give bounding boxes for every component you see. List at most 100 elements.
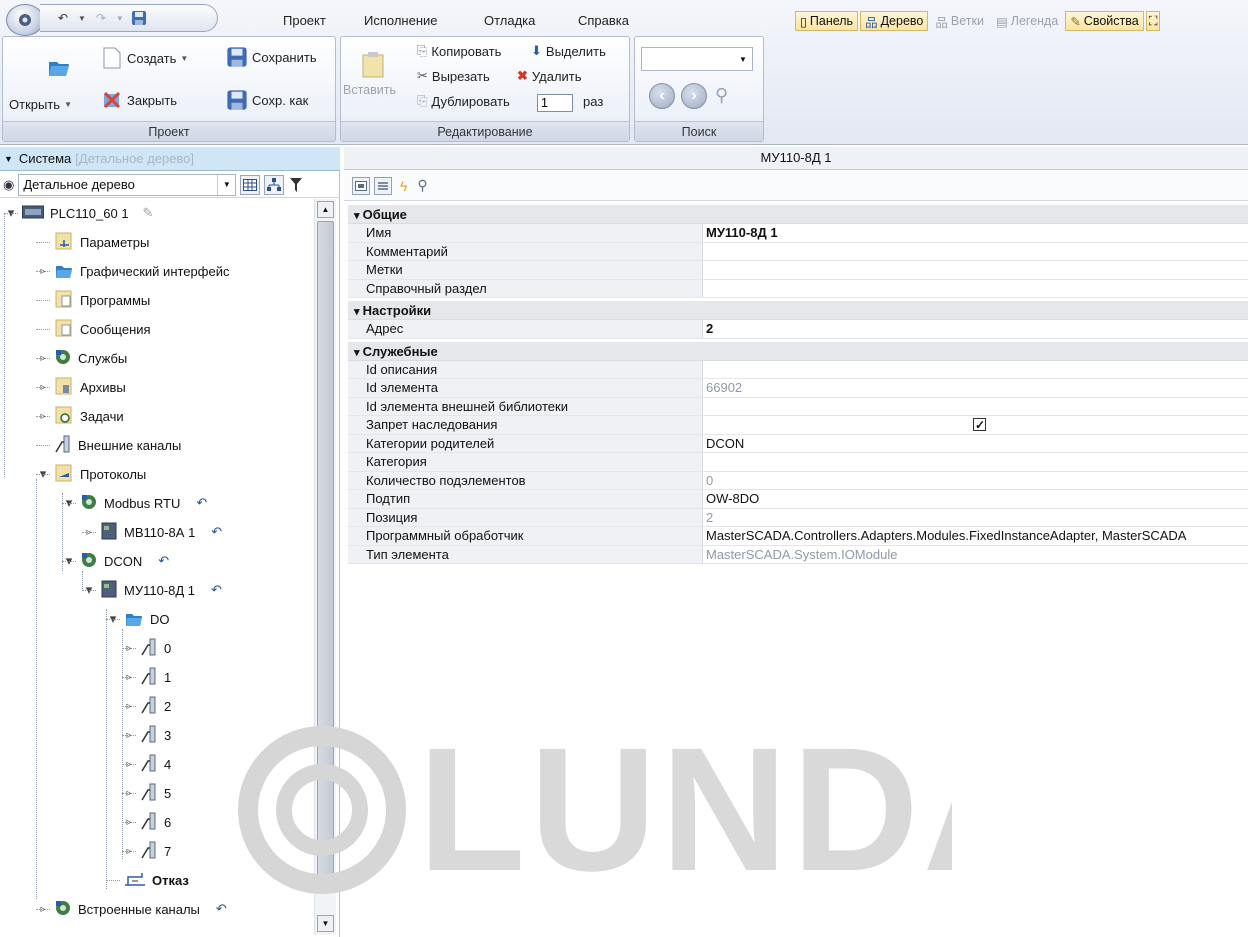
scroll-up-icon[interactable]: ▲ (317, 201, 334, 218)
redo-icon[interactable]: ↷ (92, 9, 110, 27)
tree-item-parameters[interactable]: Параметры (54, 232, 149, 252)
undo-icon[interactable]: ↶ (54, 9, 72, 27)
app-menu-button[interactable] (6, 4, 44, 36)
back-arrow-icon[interactable]: ‹ (649, 83, 675, 109)
tree-item-do-1[interactable]: ▹ 1 (126, 667, 171, 687)
save-button[interactable]: Сохранить (226, 46, 317, 68)
property-row[interactable]: Id элемента внешней библиотеки (348, 397, 1248, 416)
search-combo[interactable]: ▼ (641, 47, 753, 71)
property-row[interactable]: Адрес 2 (348, 320, 1248, 339)
tree-item-do-4[interactable]: ▹ 4 (126, 754, 171, 774)
property-value[interactable]: МУ110-8Д 1 (703, 224, 1248, 242)
list-view-icon[interactable] (374, 176, 392, 195)
scroll-thumb[interactable] (317, 221, 334, 881)
property-value[interactable]: 66902 (703, 379, 1248, 397)
tree-item-mv110[interactable]: ▹ МВ110-8А 1 ↶ (86, 522, 222, 542)
inheritance-checkbox[interactable] (973, 416, 986, 434)
property-row[interactable]: Категория (348, 453, 1248, 472)
menu-project[interactable]: Проект (283, 13, 326, 28)
create-button[interactable]: Создать ▼ (101, 46, 188, 70)
categorized-view-icon[interactable] (352, 176, 370, 195)
toggle-tree[interactable]: 品 Дерево (860, 11, 929, 31)
tree-item-programs[interactable]: Программы (54, 290, 150, 310)
property-row[interactable]: Позиция 2 (348, 508, 1248, 527)
property-value[interactable] (703, 280, 1248, 298)
menu-help[interactable]: Справка (578, 13, 629, 28)
tree-item-fault[interactable]: Отказ (124, 870, 189, 890)
property-row[interactable]: Справочный раздел (348, 279, 1248, 298)
property-value[interactable]: 0 (703, 472, 1248, 490)
find-tree-icon[interactable]: ⚲ (715, 85, 728, 106)
select-button[interactable]: ⬇ Выделить (531, 43, 606, 59)
tree-item-dcon[interactable]: ▾ DCON ↶ (66, 551, 169, 571)
tree-item-messages[interactable]: Сообщения (54, 319, 151, 339)
filter-icon[interactable] (288, 175, 304, 195)
tree-item-do-5[interactable]: ▹ 5 (126, 783, 171, 803)
system-header[interactable]: ▼ Система [Детальное дерево] (0, 147, 340, 171)
delete-button[interactable]: ✖ Удалить (517, 68, 582, 84)
tree-item-archives[interactable]: ▹ Архивы (40, 377, 126, 397)
save-icon[interactable] (130, 9, 148, 27)
toggle-panel[interactable]: ▯ Панель (795, 11, 859, 31)
tree-item-external-channels[interactable]: Внешние каналы (54, 435, 181, 455)
toggle-fullscreen[interactable]: ⛶ (1145, 11, 1161, 31)
tree-item-do[interactable]: ▾ DO (110, 609, 170, 629)
property-value[interactable] (703, 243, 1248, 261)
tree-item-mu110[interactable]: ▾ МУ110-8Д 1 ↶ (86, 580, 222, 600)
duplicate-button[interactable]: ⎘ Дублировать (417, 93, 510, 109)
property-value[interactable]: 2 (703, 320, 1248, 338)
property-row[interactable]: Программный обработчик MasterSCADA.Contro… (348, 527, 1248, 546)
property-value[interactable]: MasterSCADA.Controllers.Adapters.Modules… (703, 527, 1248, 545)
property-row[interactable]: Id элемента 66902 (348, 379, 1248, 398)
tree-item-plc[interactable]: ▾ PLC110_60 1 ✎ (8, 203, 153, 223)
property-row[interactable]: Запрет наследования (348, 416, 1248, 435)
property-row[interactable]: Комментарий (348, 242, 1248, 261)
property-row[interactable]: Имя МУ110-8Д 1 (348, 224, 1248, 243)
tree-item-do-0[interactable]: ▹ 0 (126, 638, 171, 658)
property-value[interactable]: MasterSCADA.System.IOModule (703, 546, 1248, 564)
table-view-icon[interactable] (240, 174, 261, 195)
property-value[interactable] (703, 453, 1248, 471)
property-value[interactable] (703, 416, 1248, 434)
forward-arrow-icon[interactable]: › (681, 83, 707, 109)
menu-debug[interactable]: Отладка (484, 13, 535, 28)
search-icon[interactable]: ⚲ (417, 177, 427, 194)
tree-item-gui[interactable]: ▹ Графический интерфейс (40, 261, 229, 281)
tree-item-do-3[interactable]: ▹ 3 (126, 725, 171, 745)
toggle-properties[interactable]: ✎ Свойства (1065, 11, 1144, 31)
tree-item-tasks[interactable]: ▹ Задачи (40, 406, 124, 426)
cut-button[interactable]: ✂ Вырезать (417, 68, 490, 84)
property-row[interactable]: Подтип OW-8DO (348, 490, 1248, 509)
open-button[interactable]: Открыть ▼ (9, 97, 72, 112)
property-value[interactable] (703, 261, 1248, 279)
tree-item-do-2[interactable]: ▹ 2 (126, 696, 171, 716)
property-category[interactable]: ▾ Служебные (348, 341, 1248, 361)
property-row[interactable]: Количество подэлементов 0 (348, 471, 1248, 490)
hierarchy-view-icon[interactable] (264, 174, 285, 195)
property-row[interactable]: Тип элемента MasterSCADA.System.IOModule (348, 545, 1248, 564)
paste-button[interactable]: Вставить (343, 83, 396, 97)
property-value[interactable] (703, 398, 1248, 416)
tree-item-services[interactable]: ▹ Службы (40, 348, 127, 368)
property-row[interactable]: Метки (348, 261, 1248, 280)
close-button[interactable]: Закрыть (101, 89, 177, 111)
menu-execution[interactable]: Исполнение (364, 13, 438, 28)
events-icon[interactable]: ϟ (400, 178, 407, 194)
property-value[interactable]: DCON (703, 435, 1248, 453)
toggle-branches[interactable]: 品 Ветки (930, 11, 989, 31)
scroll-down-icon[interactable]: ▼ (317, 915, 334, 932)
property-category[interactable]: ▾ Настройки (348, 301, 1248, 320)
tree-view-select[interactable]: Детальное дерево ▼ (18, 173, 237, 196)
save-as-button[interactable]: Сохр. как (226, 89, 308, 111)
tree-item-do-7[interactable]: ▹ 7 (126, 841, 171, 861)
toggle-legend[interactable]: ▤ Легенда (991, 11, 1063, 31)
duplicate-count-input[interactable] (537, 94, 573, 112)
property-row[interactable]: Категории родителей DCON (348, 434, 1248, 453)
tree-item-protocols[interactable]: ▾ Протоколы (40, 464, 146, 484)
property-value[interactable] (703, 361, 1248, 379)
tree-item-do-6[interactable]: ▹ 6 (126, 812, 171, 832)
property-row[interactable]: Id описания (348, 360, 1248, 379)
tree-item-modbus-rtu[interactable]: ▾ Modbus RTU ↶ (66, 493, 207, 513)
property-category[interactable]: ▾ Общие (348, 205, 1248, 224)
tree-item-builtin-channels[interactable]: ▹ Встроенные каналы ↶ (40, 899, 227, 919)
